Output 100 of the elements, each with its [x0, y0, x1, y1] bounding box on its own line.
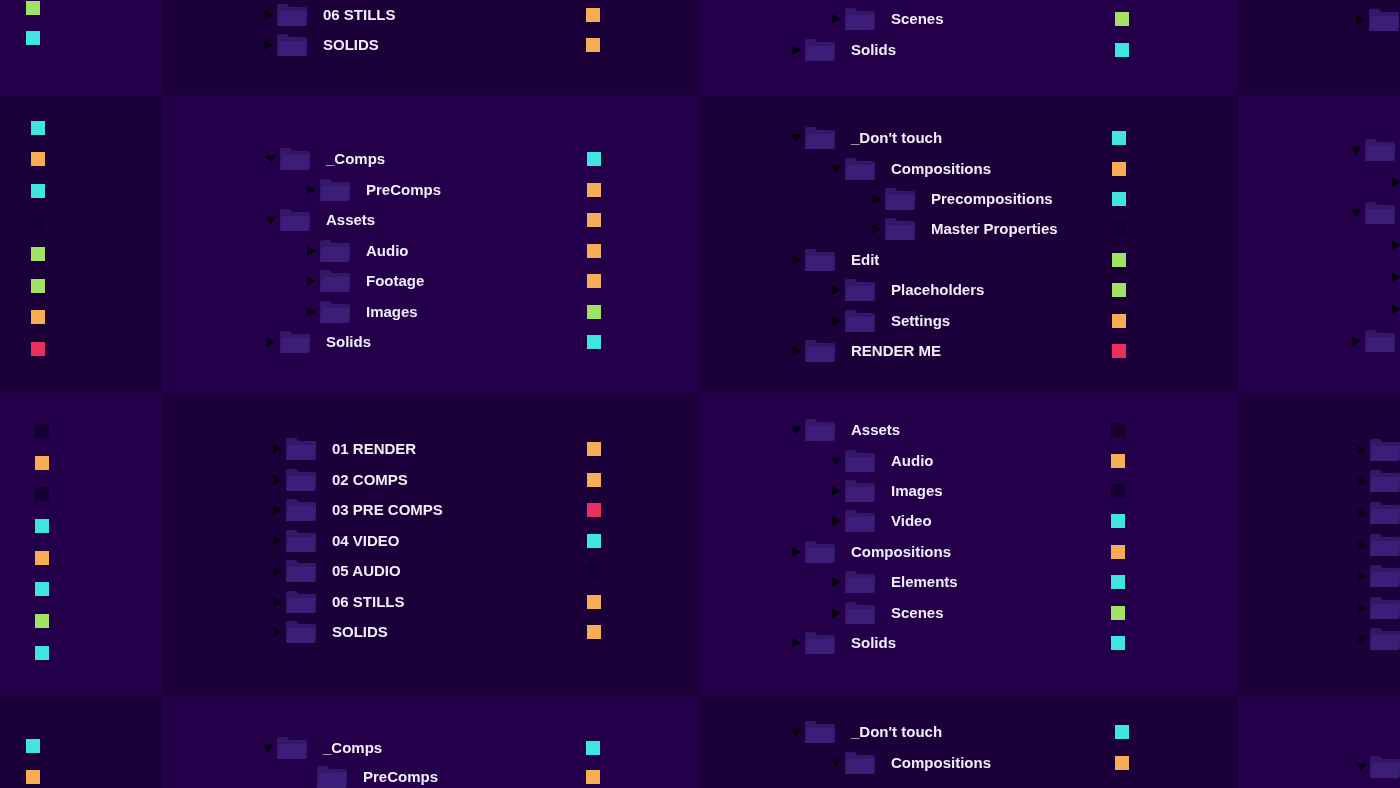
folder-name: SOLIDS [323, 36, 379, 54]
disclosure-triangle-icon[interactable] [263, 40, 273, 50]
disclosure-triangle-icon[interactable] [831, 455, 841, 466]
disclosure-triangle-icon[interactable] [831, 285, 841, 296]
disclosure-triangle-icon[interactable] [272, 627, 282, 638]
folder-name: PreComps [366, 180, 442, 199]
folder-icon [1370, 438, 1400, 461]
disclosure-triangle-icon[interactable] [306, 276, 316, 287]
disclosure-triangle-icon[interactable] [1356, 539, 1366, 550]
folder-name: 03 PRE COMPS [332, 501, 443, 520]
disclosure-triangle-icon[interactable] [831, 163, 841, 174]
disclosure-triangle-icon[interactable] [272, 444, 282, 455]
folder-icon [845, 510, 875, 533]
folder-icon [845, 479, 875, 502]
disclosure-triangle-icon[interactable] [306, 306, 316, 317]
disclosure-triangle-icon[interactable] [272, 566, 282, 577]
folder-name: Elements [891, 573, 958, 592]
disclosure-triangle-icon[interactable] [1356, 634, 1366, 645]
disclosure-triangle-icon[interactable] [791, 546, 801, 557]
disclosure-triangle-icon[interactable] [1391, 272, 1400, 283]
disclosure-triangle-icon[interactable] [871, 193, 881, 204]
disclosure-triangle-icon[interactable] [791, 425, 801, 436]
folder-name: Compositions [851, 542, 951, 561]
folder-name: RENDER ME [851, 341, 941, 360]
disclosure-triangle-icon[interactable] [306, 184, 316, 195]
folder-name: Assets [851, 421, 901, 440]
disclosure-triangle-icon[interactable] [1356, 602, 1366, 613]
folder-icon [286, 621, 316, 644]
folder-icon [845, 449, 875, 472]
disclosure-triangle-icon[interactable] [1391, 303, 1400, 314]
folder-name: Images [366, 302, 418, 321]
disclosure-triangle-icon[interactable] [266, 337, 276, 348]
disclosure-triangle-icon[interactable] [1356, 508, 1366, 518]
folder-name: Scenes [891, 9, 944, 28]
disclosure-triangle-icon[interactable] [1351, 208, 1361, 219]
disclosure-triangle-icon[interactable] [831, 577, 841, 588]
folder-icon [845, 7, 875, 30]
folder-icon [280, 148, 310, 171]
disclosure-triangle-icon[interactable] [1356, 762, 1366, 772]
disclosure-triangle-icon[interactable] [263, 742, 273, 753]
disclosure-triangle-icon[interactable] [831, 607, 841, 618]
disclosure-triangle-icon[interactable] [266, 154, 276, 165]
folder-icon [320, 300, 350, 323]
folder-icon [320, 178, 350, 201]
disclosure-triangle-icon[interactable] [272, 596, 282, 607]
disclosure-triangle-icon[interactable] [831, 757, 841, 768]
folder-icon [286, 560, 316, 583]
folder-icon [1370, 565, 1400, 588]
folder-name: _Comps [326, 150, 386, 169]
folder-icon [277, 736, 307, 759]
disclosure-triangle-icon[interactable] [791, 345, 801, 356]
folder-icon [1369, 9, 1399, 31]
folder-icon [280, 331, 310, 354]
folder-icon [1370, 628, 1400, 651]
disclosure-triangle-icon[interactable] [831, 516, 841, 527]
disclosure-triangle-icon[interactable] [831, 13, 841, 24]
disclosure-triangle-icon[interactable] [791, 726, 801, 737]
disclosure-triangle-icon[interactable] [1351, 144, 1361, 155]
disclosure-triangle-icon[interactable] [306, 245, 316, 256]
folder-name: Placeholders [891, 281, 985, 300]
folder-name: _Don't touch [851, 129, 943, 148]
disclosure-triangle-icon[interactable] [791, 44, 801, 55]
disclosure-triangle-icon[interactable] [1391, 176, 1400, 187]
disclosure-triangle-icon[interactable] [871, 224, 881, 235]
disclosure-triangle-icon[interactable] [272, 535, 282, 546]
folder-icon [845, 157, 875, 180]
folder-icon [805, 540, 835, 563]
disclosure-triangle-icon[interactable] [1356, 444, 1366, 455]
disclosure-triangle-icon[interactable] [831, 315, 841, 326]
disclosure-triangle-icon[interactable] [1355, 15, 1365, 25]
folder-icon [805, 127, 835, 150]
disclosure-triangle-icon[interactable] [791, 254, 801, 265]
folder-name: 06 STILLS [323, 6, 396, 24]
folder-icon [845, 279, 875, 302]
disclosure-triangle-icon[interactable] [831, 485, 841, 496]
folder-icon [845, 571, 875, 594]
disclosure-triangle-icon[interactable] [266, 215, 276, 226]
folder-name: Images [891, 481, 943, 500]
disclosure-triangle-icon[interactable] [272, 474, 282, 485]
folder-icon [1370, 596, 1400, 619]
folder-name: Edit [851, 250, 880, 269]
disclosure-triangle-icon[interactable] [263, 10, 273, 20]
folder-icon [805, 720, 835, 743]
folder-icon [885, 218, 915, 241]
folder-name: _Comps [323, 738, 383, 757]
folder-name: Audio [366, 241, 409, 260]
folder-name: Master Properties [931, 220, 1058, 239]
disclosure-triangle-icon[interactable] [272, 505, 282, 516]
disclosure-triangle-icon[interactable] [791, 637, 801, 648]
disclosure-triangle-icon[interactable] [1391, 240, 1400, 251]
folder-name: Video [891, 512, 932, 531]
disclosure-triangle-icon[interactable] [1351, 335, 1361, 346]
disclosure-triangle-icon[interactable] [791, 133, 801, 144]
folder-icon [1370, 756, 1400, 778]
disclosure-triangle-icon[interactable] [1356, 476, 1366, 487]
folder-icon [805, 248, 835, 271]
disclosure-triangle-icon[interactable] [1356, 571, 1366, 582]
folder-icon [286, 499, 316, 522]
folder-icon [277, 34, 307, 56]
folder-name: SOLIDS [332, 623, 388, 642]
